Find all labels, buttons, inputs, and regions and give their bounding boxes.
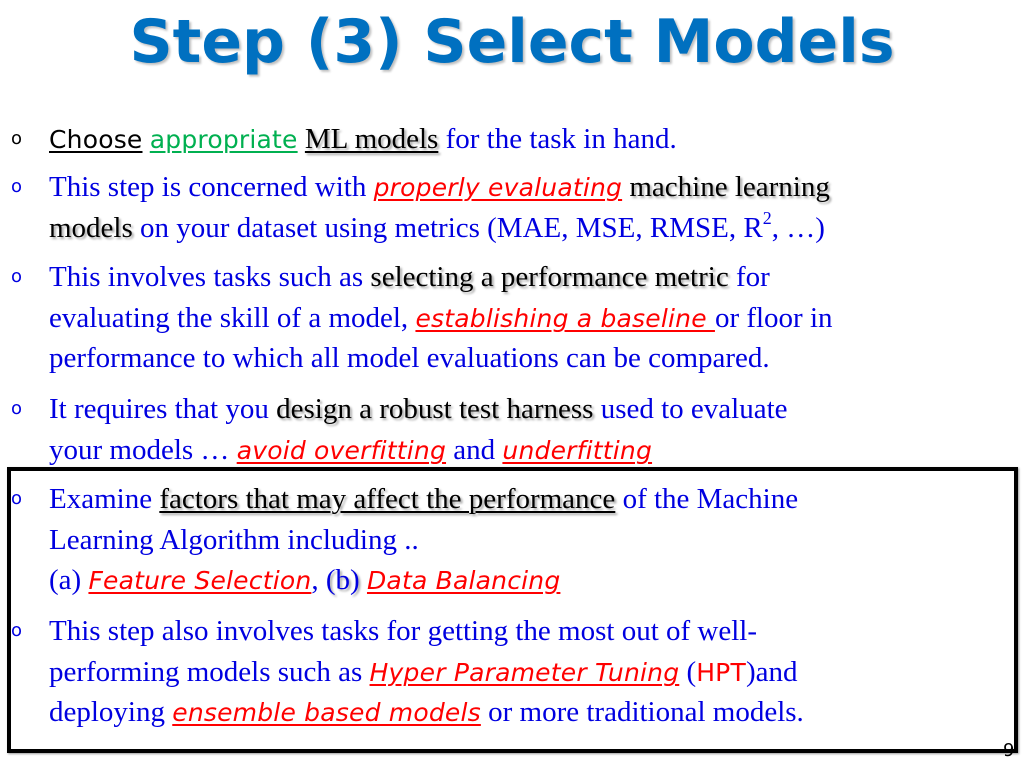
choose-text: Choose	[49, 125, 143, 154]
machine-learning-text: machine learning	[629, 171, 830, 203]
bullet-line: This step is concerned with properly eva…	[49, 167, 830, 208]
bullet-line: (a) Feature Selection, (b) Data Balancin…	[49, 560, 560, 601]
bullet-line: It requires that you design a robust tes…	[49, 389, 788, 429]
data-balancing-text: Data Balancing	[366, 566, 561, 595]
superscript: 2	[762, 208, 772, 229]
line-text: performing models such as	[49, 656, 370, 688]
line-text: It requires that you	[49, 393, 277, 425]
bullet-line: your models … avoid overfitting and unde…	[49, 430, 652, 471]
bullet-marker-icon: o	[11, 620, 23, 641]
bullet-line: Learning Algorithm including ..	[49, 520, 419, 560]
bullet-line: Choose appropriate ML models for the tas…	[49, 119, 677, 160]
models-text: models	[49, 212, 133, 244]
bullet-marker-icon: o	[11, 266, 23, 287]
line-text: deploying	[49, 696, 173, 728]
test-harness-text: design a robust test harness	[276, 393, 594, 425]
establishing-baseline-text: establishing a baseline	[415, 304, 715, 333]
bullet-line: This involves tasks such as selecting a …	[49, 257, 770, 297]
line-text: ,	[311, 564, 326, 596]
line-text: This step is concerned with	[49, 171, 374, 203]
line-text: or floor in	[714, 302, 833, 334]
line-text: of the Machine	[615, 483, 799, 515]
bullet-marker-icon: o	[11, 176, 23, 197]
line-text: or more traditional models.	[480, 696, 804, 728]
bullet-marker-icon: o	[11, 128, 23, 149]
line-text: Examine	[49, 483, 160, 515]
line-text: evaluating the skill of a model,	[49, 302, 416, 334]
ensemble-models-text: ensemble based models	[172, 698, 481, 727]
page-number: 9	[1003, 740, 1015, 761]
properly-evaluating-text: properly evaluating	[373, 173, 623, 202]
line-text: on your dataset using metrics (MAE, MSE,…	[132, 212, 763, 244]
line-text: , …)	[771, 212, 825, 244]
avoid-overfitting-text: avoid overfitting	[236, 436, 447, 465]
hyper-parameter-tuning-text: Hyper Parameter Tuning	[369, 658, 680, 687]
hpt-text: HPT	[696, 658, 746, 687]
selecting-metric-text: selecting a performance metric	[370, 261, 729, 293]
line-text: for the task in hand.	[438, 123, 677, 155]
bullet-line: deploying ensemble based models or more …	[49, 692, 804, 733]
underfitting-text: underfitting	[502, 436, 653, 465]
bullet-line: models on your dataset using metrics (MA…	[49, 208, 825, 248]
bullet-line: This step also involves tasks for gettin…	[49, 611, 757, 651]
appropriate-text: appropriate	[149, 125, 298, 154]
line-text: Learning Algorithm including ..	[49, 524, 419, 556]
line-text: used to evaluate	[593, 393, 788, 425]
bullet-line: Examine factors that may affect the perf…	[49, 479, 798, 519]
feature-selection-text: Feature Selection	[88, 566, 312, 595]
ml-models-text: ML models	[304, 123, 439, 155]
b-label: (b)	[325, 564, 360, 596]
bullet-line: performance to which all model evaluatio…	[49, 338, 770, 378]
line-text: (a)	[49, 564, 89, 596]
line-text: This step also involves tasks for gettin…	[49, 615, 757, 647]
line-text: for	[728, 261, 770, 293]
line-text: This involves tasks such as	[49, 261, 371, 293]
bullet-marker-icon: o	[11, 488, 23, 509]
bullet-marker-icon: o	[11, 398, 23, 419]
bullet-line: performing models such as Hyper Paramete…	[49, 652, 797, 693]
line-text: and	[446, 434, 503, 466]
factors-text: factors that may affect the performance	[159, 483, 616, 515]
slide-title: Step (3) Select Models	[129, 7, 895, 77]
line-text: (	[679, 656, 697, 688]
line-text: )and	[745, 656, 798, 688]
bullet-line: evaluating the skill of a model, establi…	[49, 298, 833, 339]
line-text: performance to which all model evaluatio…	[49, 342, 770, 374]
line-text: your models …	[49, 434, 237, 466]
